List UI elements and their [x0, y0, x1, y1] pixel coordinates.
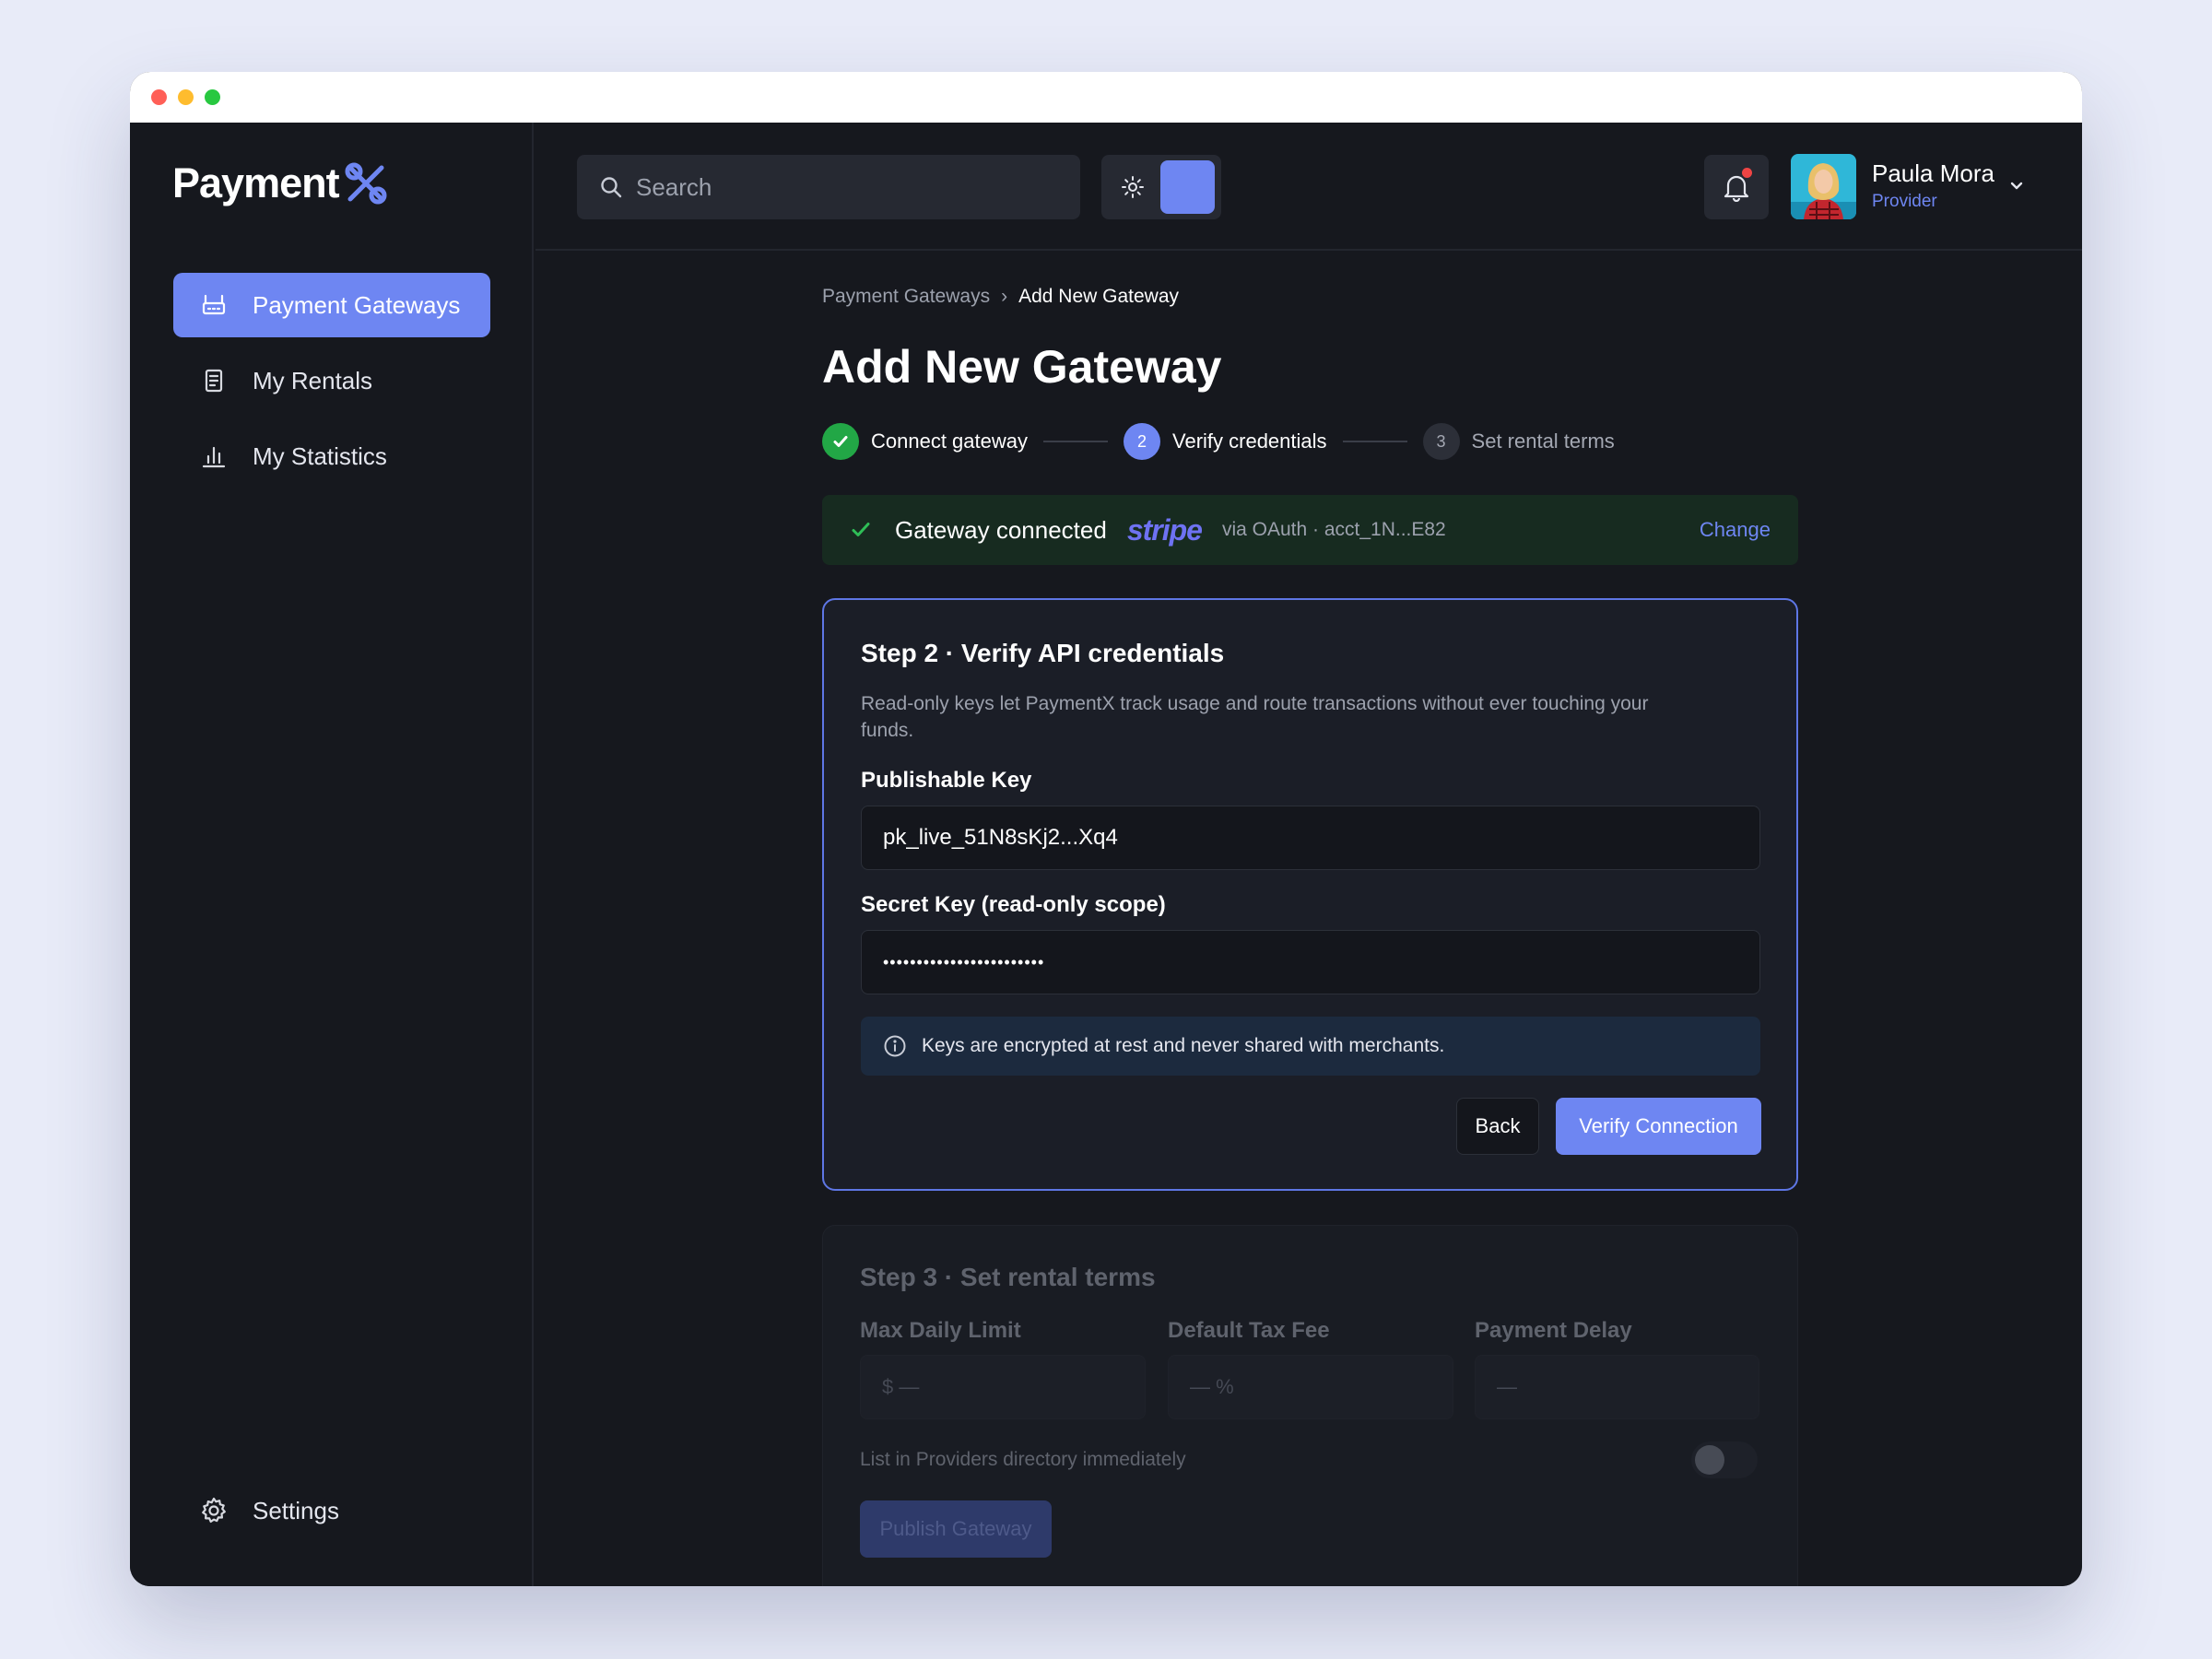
main-content: Payment Gateways › Add New Gateway Add N… — [535, 253, 2082, 1586]
sidebar-item-my-rentals[interactable]: My Rentals — [173, 348, 490, 413]
rental-terms-card: Step 3 · Set rental terms Max Daily Limi… — [822, 1225, 1798, 1586]
step-1-label: Connect gateway — [871, 429, 1028, 453]
change-gateway-link[interactable]: Change — [1700, 518, 1771, 542]
sidebar: Payment Payment Gateways My Rentals My S… — [130, 123, 534, 1586]
notification-badge — [1742, 168, 1752, 178]
user-role: Provider — [1872, 192, 1937, 211]
payment-delay-placeholder: — — [1497, 1375, 1517, 1398]
breadcrumb-current: Add New Gateway — [1018, 286, 1180, 307]
bar-chart-icon — [199, 441, 229, 471]
publishable-key-value: pk_live_51N8sKj2...Xq4 — [883, 825, 1118, 850]
app-window: Payment Payment Gateways My Rentals My S… — [130, 72, 2082, 1586]
secret-key-value: •••••••••••••••••••••••• — [883, 952, 1045, 971]
toggle-knob — [1695, 1445, 1724, 1475]
sidebar-item-label: Payment Gateways — [253, 290, 461, 319]
sidebar-item-settings[interactable]: Settings — [173, 1478, 490, 1543]
window-titlebar — [130, 72, 2082, 123]
zoom-window-button[interactable] — [205, 89, 220, 105]
minimize-window-button[interactable] — [178, 89, 194, 105]
sidebar-item-payment-gateways[interactable]: Payment Gateways — [173, 273, 490, 337]
breadcrumb-parent[interactable]: Payment Gateways — [822, 286, 990, 308]
verify-credentials-card: Step 2 · Verify API credentials Read-onl… — [822, 598, 1798, 1191]
terms-card-title: Step 3 · Set rental terms — [860, 1263, 1156, 1291]
stripe-logo: stripe — [1126, 512, 1203, 547]
secret-key-input[interactable]: •••••••••••••••••••••••• — [861, 930, 1760, 994]
sidebar-item-my-statistics[interactable]: My Statistics — [173, 424, 490, 488]
sidebar-item-label: My Statistics — [253, 441, 387, 470]
search-icon — [601, 177, 622, 198]
step-2-number: 2 — [1124, 423, 1160, 460]
verify-connection-button[interactable]: Verify Connection — [1556, 1098, 1761, 1155]
publishable-key-label: Publishable Key — [861, 768, 1032, 793]
close-window-button[interactable] — [151, 89, 167, 105]
brand-name: Payment — [172, 159, 340, 206]
verify-card-title: Step 2 · Verify API credentials — [861, 639, 1225, 667]
max-daily-limit-label: Max Daily Limit — [860, 1318, 1021, 1343]
step-3-number: 3 — [1422, 423, 1460, 460]
user-name[interactable]: Paula Mora — [1872, 159, 1994, 188]
default-tax-fee-placeholder: — % — [1190, 1375, 1234, 1398]
payment-delay-input[interactable]: — — [1475, 1355, 1759, 1419]
theme-toggle[interactable] — [1101, 155, 1221, 219]
gear-icon — [199, 1496, 229, 1525]
default-tax-fee-label: Default Tax Fee — [1168, 1318, 1330, 1343]
notifications-button[interactable] — [1704, 155, 1769, 219]
brand-x-icon — [345, 162, 387, 205]
list-in-directory-label: List in Providers directory immediately — [860, 1449, 1186, 1470]
publish-gateway-button[interactable]: Publish Gateway — [860, 1500, 1052, 1558]
encryption-info-text: Keys are encrypted at rest and never sha… — [922, 1035, 1445, 1056]
gateway-icon — [199, 290, 229, 320]
list-in-directory-toggle[interactable] — [1691, 1441, 1758, 1478]
max-daily-limit-placeholder: $ — — [882, 1375, 920, 1398]
max-daily-limit-input[interactable]: $ — — [860, 1355, 1146, 1419]
avatar[interactable] — [1791, 154, 1856, 219]
info-icon — [884, 1035, 906, 1057]
breadcrumb: Payment Gateways › Add New Gateway — [822, 286, 1179, 308]
brand-logo[interactable]: Payment — [172, 159, 389, 207]
step-connector — [1342, 441, 1407, 442]
step-1-check-icon — [822, 423, 859, 460]
secret-key-label: Secret Key (read-only scope) — [861, 892, 1166, 917]
connected-text: Gateway connected — [895, 515, 1107, 544]
verify-card-description: Read-only keys let PaymentX track usage … — [861, 693, 1649, 741]
default-tax-fee-input[interactable]: — % — [1168, 1355, 1453, 1419]
stepper: Connect gateway 2 Verify credentials 3 S… — [822, 423, 1615, 460]
step-connector — [1043, 441, 1108, 442]
gateway-connected-banner: Gateway connected stripe via OAuth · acc… — [822, 495, 1798, 565]
breadcrumb-separator: › — [1001, 286, 1008, 307]
search-input[interactable]: Search — [577, 155, 1080, 219]
back-button[interactable]: Back — [1456, 1098, 1539, 1155]
check-icon — [852, 523, 870, 536]
payment-delay-label: Payment Delay — [1475, 1318, 1632, 1343]
page-title: Add New Gateway — [822, 341, 1222, 393]
app-body: Payment Payment Gateways My Rentals My S… — [130, 123, 2082, 1586]
search-placeholder: Search — [636, 172, 712, 201]
document-icon — [199, 366, 229, 395]
step-2-label: Verify credentials — [1172, 429, 1327, 453]
chevron-down-icon[interactable] — [2007, 176, 2026, 194]
sun-icon — [1122, 176, 1144, 198]
publishable-key-input[interactable]: pk_live_51N8sKj2...Xq4 — [861, 806, 1760, 870]
sidebar-item-label: My Rentals — [253, 366, 373, 394]
encryption-info-banner: Keys are encrypted at rest and never sha… — [861, 1017, 1760, 1076]
step-3-label: Set rental terms — [1471, 429, 1615, 453]
topbar: Search Paula Mora Provider — [535, 123, 2082, 251]
settings-label: Settings — [253, 1496, 339, 1524]
theme-toggle-knob — [1160, 160, 1215, 214]
connection-detail: via OAuth · acct_1N...E82 — [1221, 519, 1446, 540]
